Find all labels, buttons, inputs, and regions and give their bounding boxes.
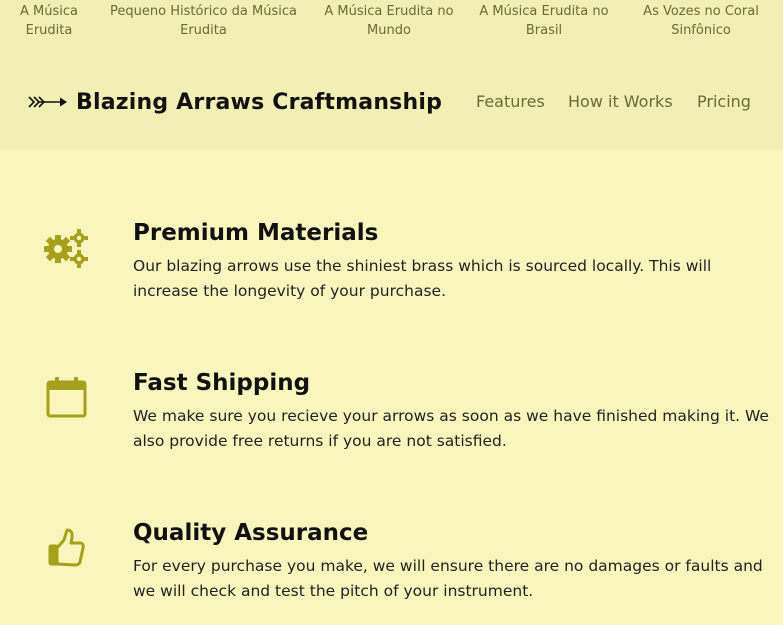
nav-pricing[interactable]: Pricing bbox=[697, 92, 751, 111]
top-link-line: Sinfônico bbox=[671, 23, 731, 38]
top-navigation: A Música Erudita Pequeno Histórico da Mú… bbox=[0, 0, 783, 150]
top-link-musica-erudita[interactable]: A Música Erudita bbox=[8, 2, 90, 40]
feature-fast-shipping: Fast Shipping We make sure you recieve y… bbox=[0, 370, 783, 460]
gears-icon bbox=[44, 229, 88, 268]
feature-title: Premium Materials bbox=[133, 220, 379, 246]
top-link-line: Pequeno Histórico da Música bbox=[110, 4, 297, 19]
thumbs-up-icon bbox=[48, 528, 85, 567]
feature-title: Fast Shipping bbox=[133, 370, 311, 396]
top-link-line: Erudita bbox=[25, 23, 73, 38]
top-link-line: Erudita bbox=[180, 23, 227, 38]
top-link-pequeno-historico[interactable]: Pequeno Histórico da Música Erudita bbox=[106, 2, 301, 40]
main-nav: Features How it Works Pricing bbox=[0, 92, 783, 114]
feature-text: Our blazing arrows use the shiniest bras… bbox=[133, 257, 712, 300]
top-link-musica-mundo[interactable]: A Música Erudita no Mundo bbox=[321, 2, 457, 40]
top-link-line: A Música bbox=[20, 4, 78, 19]
nav-how-it-works[interactable]: How it Works bbox=[568, 92, 673, 111]
top-link-vozes-coral[interactable]: As Vozes no Coral Sinfônico bbox=[638, 2, 764, 40]
top-link-line: Mundo bbox=[367, 23, 411, 38]
top-link-line: A Música Erudita no bbox=[324, 4, 454, 19]
top-link-line: A Música Erudita no bbox=[479, 4, 609, 19]
feature-quality-assurance: Quality Assurance For every purchase you… bbox=[0, 520, 783, 610]
nav-features[interactable]: Features bbox=[476, 92, 545, 111]
top-links: A Música Erudita Pequeno Histórico da Mú… bbox=[0, 2, 783, 42]
calendar-icon bbox=[46, 377, 87, 418]
top-link-line: As Vozes no Coral bbox=[643, 4, 759, 19]
feature-text: We make sure you recieve your arrows as … bbox=[133, 407, 769, 450]
feature-text: For every purchase you make, we will ens… bbox=[133, 557, 763, 600]
feature-title: Quality Assurance bbox=[133, 520, 369, 546]
top-link-musica-brasil[interactable]: A Música Erudita no Brasil bbox=[476, 2, 612, 40]
feature-premium-materials: Premium Materials Our blazing arrows use… bbox=[0, 220, 783, 310]
top-link-line: Brasil bbox=[525, 23, 563, 38]
